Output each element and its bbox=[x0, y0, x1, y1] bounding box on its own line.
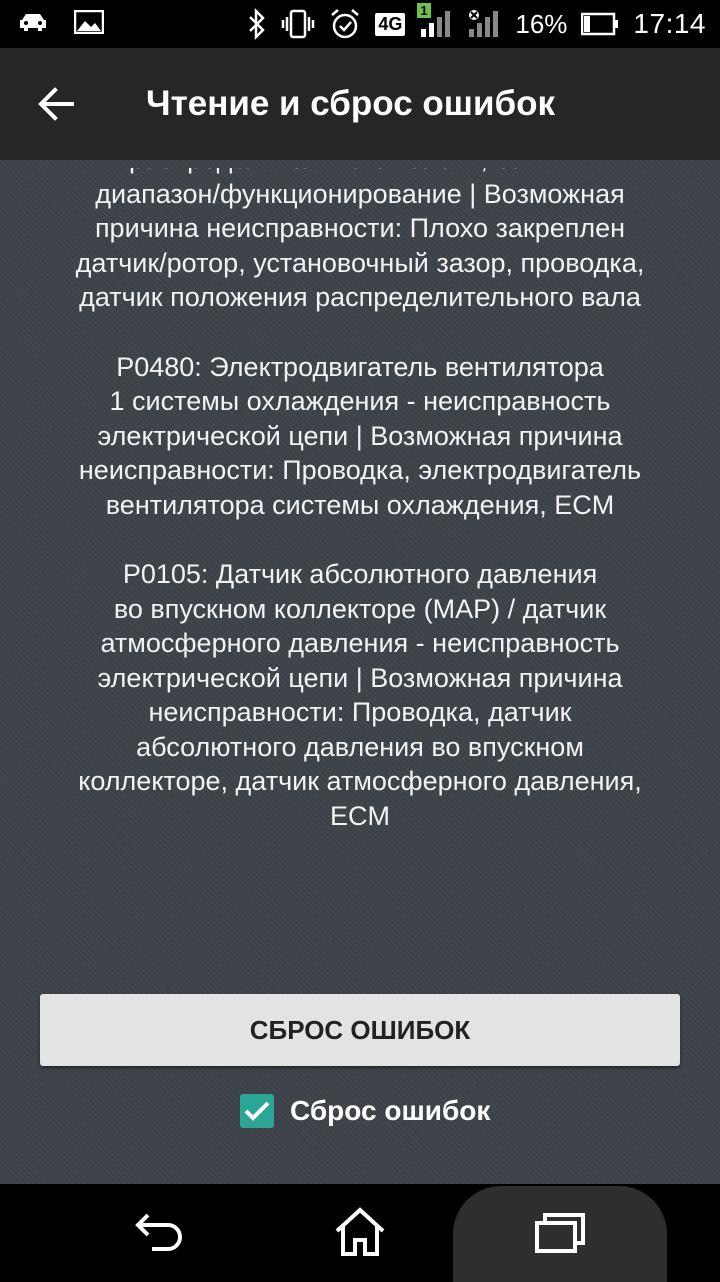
error-line: электрической цепи | Возможная причина bbox=[97, 662, 623, 693]
image-icon bbox=[74, 10, 104, 34]
reset-errors-checkbox[interactable] bbox=[240, 1094, 274, 1128]
battery-percent: 16% bbox=[515, 8, 568, 39]
nav-home-button[interactable] bbox=[310, 1184, 410, 1280]
error-line: распределительного вала А, банк 1 - bbox=[30, 168, 690, 177]
no-signal-icon bbox=[467, 9, 501, 39]
error-line: P0105: Датчик абсолютного давления bbox=[122, 559, 598, 589]
app-bar: Чтение и сброс ошибок bbox=[0, 48, 720, 160]
error-line: вентилятора системы охлаждения, ECM bbox=[105, 489, 615, 520]
reset-errors-button[interactable]: СБРОС ОШИБОК bbox=[40, 994, 680, 1066]
error-line: неисправности: Проводка, датчик bbox=[148, 697, 572, 727]
error-item: распределительного вала А, банк 1 - диап… bbox=[30, 168, 690, 315]
alarm-icon bbox=[329, 8, 361, 40]
error-item: P0480: Электродвигатель вентилятора 1 си… bbox=[30, 350, 690, 523]
error-line: диапазон/функционирование | Возможная bbox=[95, 178, 625, 209]
nav-back-button[interactable] bbox=[110, 1184, 210, 1280]
network-type: 4G bbox=[375, 12, 406, 36]
signal-icon: 1 bbox=[417, 3, 453, 39]
vibrate-icon bbox=[281, 9, 315, 39]
error-line: причина неисправности: Плохо закреплен bbox=[94, 213, 626, 243]
battery-icon bbox=[581, 12, 619, 36]
checkmark-icon bbox=[244, 1101, 270, 1121]
error-list[interactable]: распределительного вала А, банк 1 - диап… bbox=[30, 168, 690, 888]
error-line: датчик/ротор, установочный зазор, провод… bbox=[75, 247, 645, 278]
main-content: распределительного вала А, банк 1 - диап… bbox=[0, 160, 720, 1184]
nav-recents-button[interactable] bbox=[510, 1184, 610, 1280]
sim-indicator: 1 bbox=[417, 3, 431, 18]
navigation-bar bbox=[0, 1184, 720, 1282]
error-line: неисправности: Проводка, электродвигател… bbox=[78, 455, 642, 485]
reset-errors-checkbox-label: Сброс ошибок bbox=[290, 1095, 491, 1126]
status-bar: 4G 1 16% 17:14 bbox=[0, 0, 720, 48]
home-icon bbox=[333, 1207, 387, 1257]
reset-errors-checkbox-row[interactable]: Сброс ошибок bbox=[240, 1092, 490, 1130]
back-icon bbox=[134, 1209, 186, 1255]
error-line: 1 системы охлаждения - неисправность bbox=[109, 386, 611, 416]
error-line: абсолютного давления во впускном bbox=[136, 731, 584, 762]
page-title: Чтение и сброс ошибок bbox=[146, 84, 555, 123]
error-line: коллекторе, датчик атмосферного давления… bbox=[78, 766, 642, 796]
back-button[interactable] bbox=[26, 76, 86, 132]
error-line: ECM bbox=[330, 800, 390, 831]
clock: 17:14 bbox=[633, 8, 706, 39]
error-line: атмосферного давления - неисправность bbox=[100, 628, 620, 658]
error-line: P0480: Электродвигатель вентилятора bbox=[116, 351, 604, 382]
error-line: во впускном коллекторе (MAP) / датчик bbox=[113, 593, 607, 624]
bluetooth-icon bbox=[247, 8, 267, 40]
error-line: датчик положения распределительного вала bbox=[79, 282, 641, 312]
arrow-back-icon bbox=[38, 87, 74, 121]
error-item: P0105: Датчик абсолютного давления во вп… bbox=[30, 557, 690, 833]
car-icon bbox=[18, 11, 48, 33]
recents-icon bbox=[533, 1209, 587, 1255]
error-line: электрической цепи | Возможная причина bbox=[97, 420, 623, 451]
